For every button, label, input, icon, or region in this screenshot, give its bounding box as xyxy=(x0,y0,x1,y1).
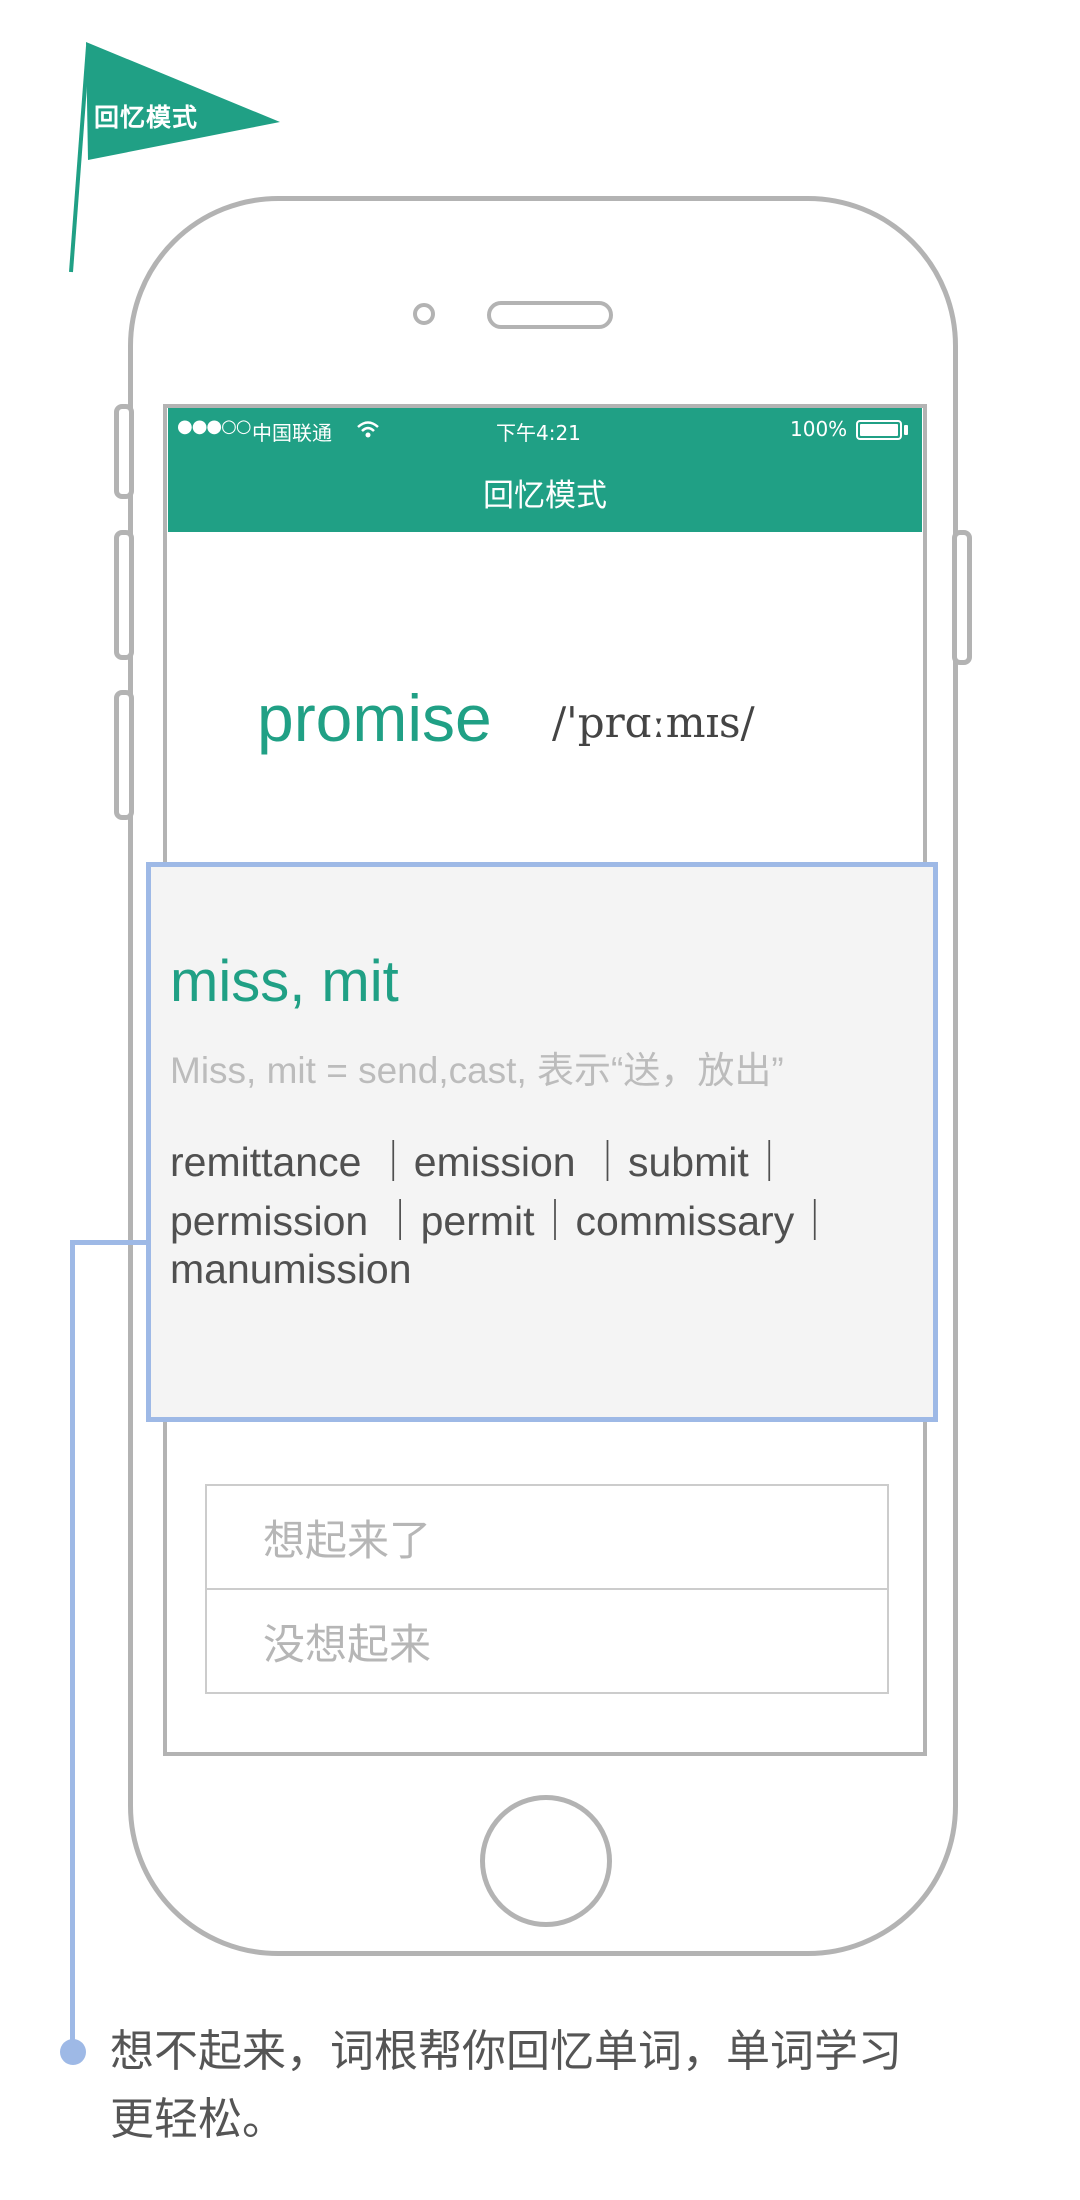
status-time: 下午4:21 xyxy=(496,421,581,445)
signal-strength: ●●●○○ xyxy=(177,416,252,437)
home-button[interactable] xyxy=(480,1795,612,1927)
forgot-label: 没想起来 xyxy=(263,1619,432,1669)
flag-label: 回忆模式 xyxy=(94,103,199,132)
carrier-name: 中国联通 xyxy=(252,421,332,445)
battery-icon xyxy=(856,420,902,440)
example-line: permission ｜permit｜commissary｜ xyxy=(170,1198,836,1244)
battery-percent: 100% xyxy=(790,417,848,441)
status-bar: ●●●○○ 中国联通 下午4:21 100% xyxy=(168,408,922,452)
example-line: remittance ｜emission ｜submit｜ xyxy=(170,1139,790,1185)
nav-bar: 回忆模式 xyxy=(168,452,922,532)
power-button xyxy=(952,530,972,665)
callout-dot xyxy=(60,2039,86,2065)
volume-down-button xyxy=(114,690,134,820)
forgot-button[interactable]: 没想起来 xyxy=(205,1588,889,1694)
root-title: miss, mit xyxy=(170,949,399,1014)
nav-title: 回忆模式 xyxy=(483,477,607,514)
callout-connector xyxy=(70,1240,150,1245)
front-camera xyxy=(413,303,435,325)
root-description: Miss, mit = send,cast, 表示“送，放出” xyxy=(170,1050,784,1091)
remembered-label: 想起来了 xyxy=(263,1515,432,1565)
remembered-button[interactable]: 想起来了 xyxy=(205,1484,889,1590)
wifi-icon xyxy=(357,421,379,438)
word-phonetic: /'prɑːmɪs/ xyxy=(552,698,755,747)
mute-switch xyxy=(114,404,134,499)
volume-up-button xyxy=(114,530,134,660)
caption-text: 想不起来，词根帮你回忆单词，单词学习更轻松。 xyxy=(110,2026,902,2145)
callout-line xyxy=(70,1240,75,2050)
earpiece-speaker xyxy=(487,301,613,329)
example-line: manumission xyxy=(170,1246,412,1292)
word-text: promise xyxy=(257,681,492,755)
